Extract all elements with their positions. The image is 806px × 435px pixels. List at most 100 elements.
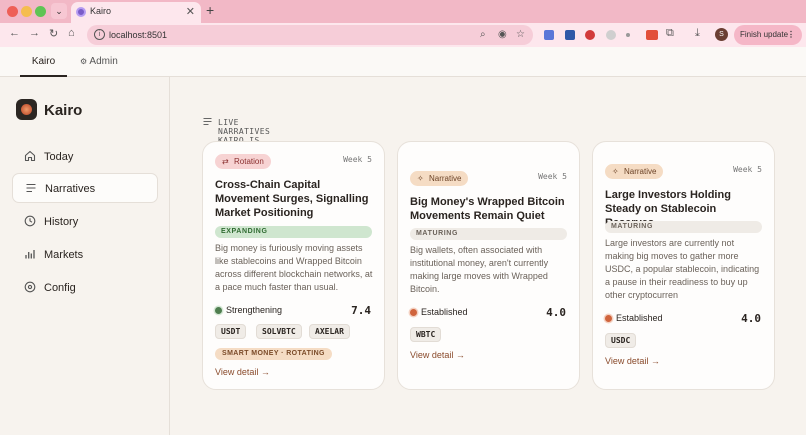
browser-tab[interactable]: Kairo ✕ — [71, 2, 201, 23]
forward-arrow-icon[interactable]: → — [29, 27, 40, 39]
stage-badge: MATURING — [410, 228, 567, 240]
browser-tab-bar: ⌄ Kairo ✕ + — [0, 0, 806, 23]
extension-icon[interactable] — [565, 30, 575, 40]
category-badge-label: Rotation — [234, 157, 264, 166]
sidebar-item-history[interactable]: History — [12, 207, 158, 237]
brand-name: Kairo — [44, 102, 83, 119]
kairo-logo-mark — [21, 104, 32, 115]
week-label: Week 5 — [343, 155, 372, 164]
reload-icon[interactable]: ↻ — [49, 27, 58, 40]
sparkle-icon: ✧ — [612, 167, 619, 176]
list-icon — [26, 183, 36, 193]
card-summary: Large investors are currently not making… — [605, 238, 760, 300]
asset-chip: USDT — [215, 324, 247, 339]
view-detail-link[interactable]: View detail → — [215, 367, 270, 377]
tab-admin-label: Admin — [89, 56, 118, 67]
sidebar-item-today[interactable]: Today — [12, 142, 158, 172]
tab-kairo[interactable]: Kairo — [20, 47, 67, 77]
finish-update-label: Finish update — [740, 30, 789, 39]
category-badge-label: Narrative — [624, 167, 657, 176]
finish-update-button[interactable]: Finish update ⋮ — [734, 25, 802, 45]
sidebar-item-label: Narratives — [45, 183, 96, 195]
trend-dot-icon — [605, 315, 612, 322]
trend-dot-icon — [215, 307, 222, 314]
category-badge: ✧ Narrative — [410, 171, 469, 186]
rotation-arrows-icon: ⇄ — [222, 157, 229, 166]
extension-icon[interactable] — [626, 33, 630, 37]
asset-chip: AXELAR — [309, 324, 350, 339]
category-badge: ⇄ Rotation — [215, 154, 271, 169]
extensions-puzzle-icon[interactable]: ⧉ — [666, 27, 674, 40]
window-close-button[interactable] — [7, 6, 18, 17]
clock-icon — [24, 215, 36, 227]
translate-extension-icon[interactable] — [544, 30, 554, 40]
asset-chip: SOLVBTC — [256, 324, 302, 339]
list-icon — [203, 118, 212, 125]
home-icon[interactable]: ⌂ — [68, 27, 75, 39]
card-title: Big Money's Wrapped Bitcoin Movements Re… — [410, 196, 565, 222]
asset-chip: USDC — [605, 333, 637, 348]
browser-tab-title: Kairo — [90, 6, 112, 16]
app-top-nav: Kairo ⚙ Admin — [0, 47, 806, 77]
narrative-card[interactable]: ✧ Narrative Week 5 Big Money's Wrapped B… — [397, 141, 580, 390]
settings-icon — [24, 281, 36, 293]
window-minimize-button[interactable] — [21, 6, 32, 17]
more-menu-icon[interactable]: ⋮ — [787, 25, 795, 45]
card-title: Cross-Chain Capital Movement Surges, Sig… — [215, 179, 369, 219]
trend-label: Established — [421, 307, 468, 317]
back-arrow-icon[interactable]: ← — [9, 27, 20, 39]
window-zoom-button[interactable] — [35, 6, 46, 17]
sidebar-item-label: Config — [44, 282, 76, 294]
bar-chart-icon — [25, 250, 35, 259]
sidebar-item-config[interactable]: Config — [12, 273, 158, 303]
narrative-card[interactable]: ✧ Narrative Week 5 Large Investors Holdi… — [592, 141, 775, 390]
tab-close-icon[interactable]: ✕ — [186, 5, 195, 18]
sidebar-item-markets[interactable]: Markets — [12, 240, 158, 270]
category-badge-label: Narrative — [429, 174, 462, 183]
extension-icon[interactable] — [606, 30, 616, 40]
view-detail-link[interactable]: View detail → — [410, 350, 465, 360]
kairo-favicon-icon — [76, 7, 86, 17]
sidebar-item-label: History — [44, 216, 79, 228]
site-info-icon[interactable]: i — [94, 29, 105, 40]
extension-icon[interactable] — [646, 30, 658, 40]
week-label: Week 5 — [733, 165, 762, 174]
bookmark-star-icon[interactable]: ☆ — [516, 29, 525, 40]
tab-search-chevron-icon[interactable]: ⌄ — [51, 3, 67, 19]
new-tab-plus-icon[interactable]: + — [206, 2, 214, 18]
main-content: LIVE NARRATIVES KAIRO IS TRACKING ⇄ Rota… — [171, 77, 806, 435]
trend-label: Strengthening — [226, 305, 283, 315]
trend-label: Established — [616, 313, 663, 323]
score-value: 7.4 — [351, 304, 371, 317]
view-detail-link[interactable]: View detail → — [605, 356, 660, 366]
sparkle-icon: ✧ — [417, 174, 424, 183]
score-value: 4.0 — [546, 306, 566, 319]
narrative-card[interactable]: ⇄ Rotation Week 5 Cross-Chain Capital Mo… — [202, 141, 385, 390]
tab-kairo-label: Kairo — [31, 56, 56, 67]
zoom-icon[interactable]: ⌕ — [480, 29, 486, 40]
stage-badge: EXPANDING — [215, 226, 372, 238]
signal-badge: SMART MONEY · ROTATING — [215, 348, 332, 360]
extension-icon[interactable] — [585, 30, 595, 40]
download-icon[interactable]: ⤓ — [695, 27, 700, 40]
trend-dot-icon — [410, 309, 417, 316]
card-summary: Big wallets, often associated with insti… — [410, 245, 549, 294]
address-bar[interactable]: i localhost:8501 ⌕ ◉ ☆ — [87, 25, 533, 45]
address-url[interactable]: localhost:8501 — [109, 30, 167, 40]
kairo-logo-icon — [16, 99, 37, 120]
browser-toolbar: ← → ↻ ⌂ i localhost:8501 ⌕ ◉ ☆ ⧉ ⤓ S Fin… — [0, 23, 806, 47]
profile-avatar[interactable]: S — [715, 28, 728, 41]
sidebar: Kairo Today Narratives History Markets C… — [0, 77, 170, 435]
category-badge: ✧ Narrative — [605, 164, 664, 179]
sidebar-item-narratives[interactable]: Narratives — [12, 173, 158, 203]
asset-chip: WBTC — [410, 327, 442, 342]
stage-badge: MATURING — [605, 221, 762, 233]
tab-admin[interactable]: ⚙ Admin — [80, 56, 118, 67]
card-summary: Big money is furiously moving assets lik… — [215, 243, 373, 292]
sidebar-item-label: Markets — [44, 249, 84, 261]
score-value: 4.0 — [741, 312, 761, 325]
sidebar-item-label: Today — [44, 151, 74, 163]
eye-icon[interactable]: ◉ — [498, 29, 507, 40]
week-label: Week 5 — [538, 172, 567, 181]
admin-gear-icon: ⚙ — [80, 57, 88, 66]
